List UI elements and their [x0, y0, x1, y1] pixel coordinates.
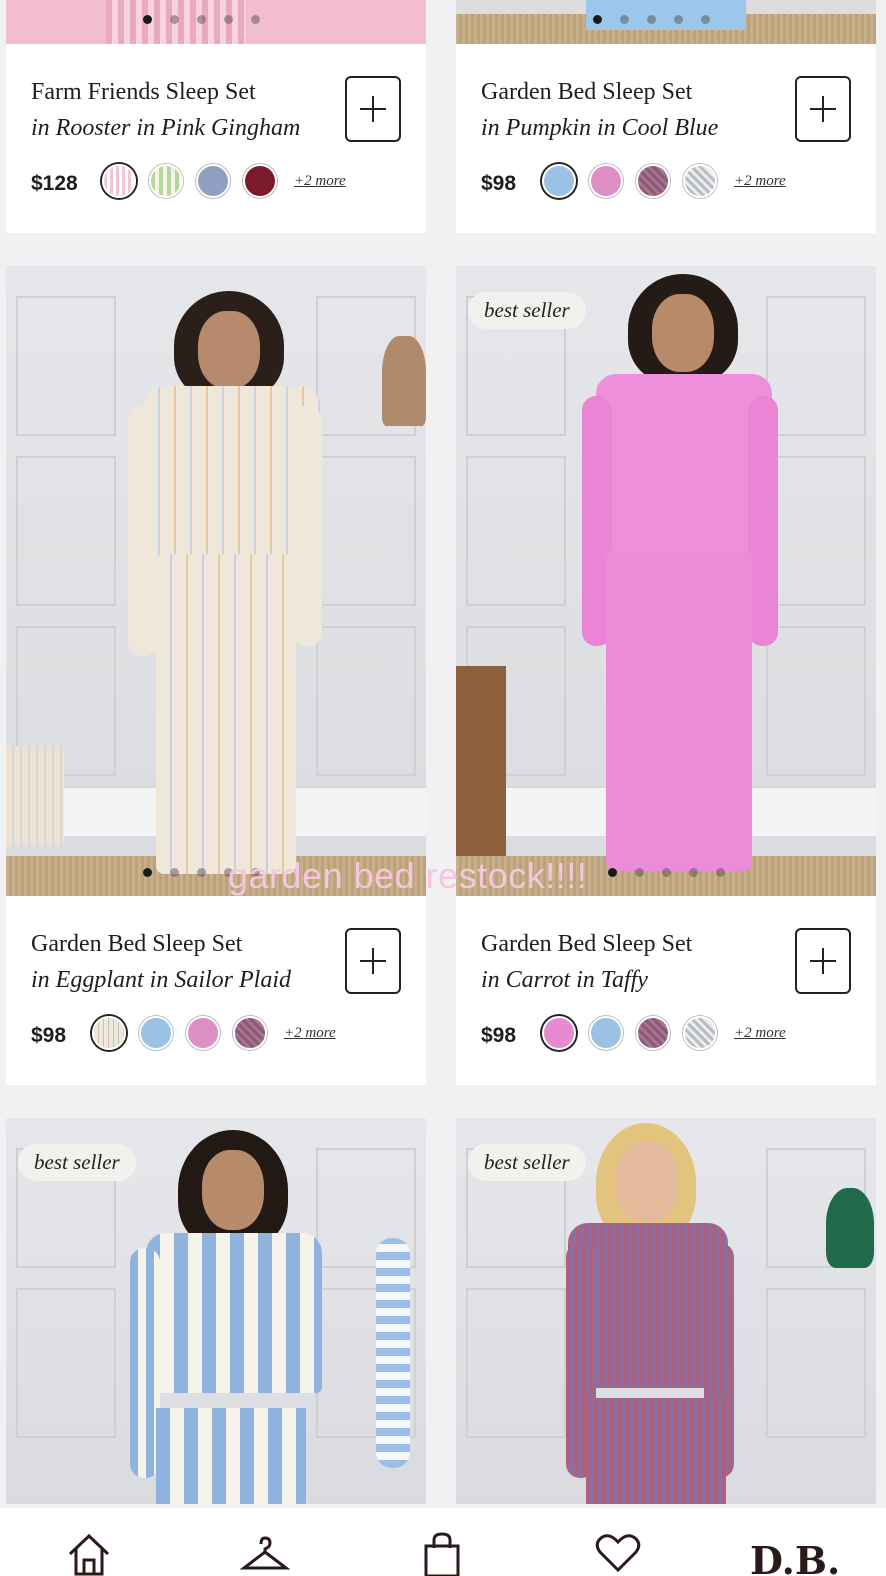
product-info: Farm Friends Sleep Set in Rooster in Pin…	[6, 44, 426, 233]
brand-logo[interactable]: D.B.	[750, 1538, 840, 1576]
swatch-cool-blue[interactable]	[589, 1016, 623, 1050]
swatch-green-stripe[interactable]	[149, 164, 183, 198]
swatch-sailor-plaid[interactable]	[92, 1016, 126, 1050]
product-image[interactable]: best seller	[6, 1118, 426, 1504]
product-image[interactable]	[456, 0, 876, 44]
color-swatches: +2 more	[542, 164, 786, 198]
product-info: Garden Bed Sleep Set in Eggplant in Sail…	[6, 896, 426, 1085]
swatch-burgundy[interactable]	[243, 164, 277, 198]
product-card-5[interactable]: best seller	[6, 1118, 426, 1504]
add-to-cart-button[interactable]	[795, 76, 851, 142]
product-price: $98	[481, 1024, 517, 1047]
swatch-pink[interactable]	[186, 1016, 220, 1050]
swatch-plum-stripe[interactable]	[636, 164, 670, 198]
more-colors-link[interactable]: +2 more	[284, 1025, 336, 1042]
add-to-cart-button[interactable]	[345, 76, 401, 142]
color-swatches: +2 more	[92, 1016, 336, 1050]
product-price: $98	[481, 172, 517, 195]
product-price: $98	[31, 1024, 67, 1047]
product-image[interactable]: best seller	[456, 266, 876, 896]
swatch-cool-blue[interactable]	[542, 164, 576, 198]
add-to-cart-button[interactable]	[795, 928, 851, 994]
hanger-icon[interactable]	[239, 1530, 291, 1576]
product-card-6[interactable]: best seller	[456, 1118, 876, 1504]
bottom-nav: D.B.	[0, 1508, 886, 1576]
product-info: Garden Bed Sleep Set in Carrot in Taffy …	[456, 896, 876, 1085]
home-icon[interactable]	[66, 1530, 112, 1576]
best-seller-badge: best seller	[468, 292, 586, 329]
product-info: Garden Bed Sleep Set in Pumpkin in Cool …	[456, 44, 876, 233]
product-card-4[interactable]: best seller Garden Bed Sleep Set in Carr…	[456, 266, 876, 1085]
swatch-plum-stripe[interactable]	[636, 1016, 670, 1050]
product-image[interactable]: best seller	[456, 1118, 876, 1504]
product-title[interactable]: Garden Bed Sleep Set in Pumpkin in Cool …	[481, 74, 718, 146]
swatch-cool-blue[interactable]	[139, 1016, 173, 1050]
swatch-blue-plaid[interactable]	[196, 164, 230, 198]
swatch-grey-stripe[interactable]	[683, 1016, 717, 1050]
bag-icon[interactable]	[420, 1530, 464, 1576]
carousel-dots[interactable]	[6, 15, 426, 24]
best-seller-badge: best seller	[468, 1144, 586, 1181]
swatch-plum-stripe[interactable]	[233, 1016, 267, 1050]
color-swatches: +2 more	[542, 1016, 786, 1050]
product-card-3[interactable]: Garden Bed Sleep Set in Eggplant in Sail…	[6, 266, 426, 1085]
product-card-2[interactable]: Garden Bed Sleep Set in Pumpkin in Cool …	[456, 0, 876, 233]
swatch-pink-gingham[interactable]	[102, 164, 136, 198]
best-seller-badge: best seller	[18, 1144, 136, 1181]
more-colors-link[interactable]: +2 more	[734, 1025, 786, 1042]
product-title[interactable]: Garden Bed Sleep Set in Eggplant in Sail…	[31, 926, 291, 998]
product-price: $128	[31, 172, 78, 195]
product-title[interactable]: Garden Bed Sleep Set in Carrot in Taffy	[481, 926, 692, 998]
add-to-cart-button[interactable]	[345, 928, 401, 994]
product-image[interactable]	[6, 266, 426, 896]
product-image[interactable]	[6, 0, 426, 44]
product-card-1[interactable]: Farm Friends Sleep Set in Rooster in Pin…	[6, 0, 426, 233]
swatch-pink[interactable]	[589, 164, 623, 198]
carousel-dots[interactable]	[456, 15, 876, 24]
product-title[interactable]: Farm Friends Sleep Set in Rooster in Pin…	[31, 74, 300, 146]
color-swatches: +2 more	[102, 164, 346, 198]
swatch-grey-stripe[interactable]	[683, 164, 717, 198]
more-colors-link[interactable]: +2 more	[734, 173, 786, 190]
overlay-caption: garden bed restock!!!!	[228, 855, 588, 896]
more-colors-link[interactable]: +2 more	[294, 173, 346, 190]
swatch-taffy[interactable]	[542, 1016, 576, 1050]
heart-icon[interactable]	[594, 1530, 642, 1576]
